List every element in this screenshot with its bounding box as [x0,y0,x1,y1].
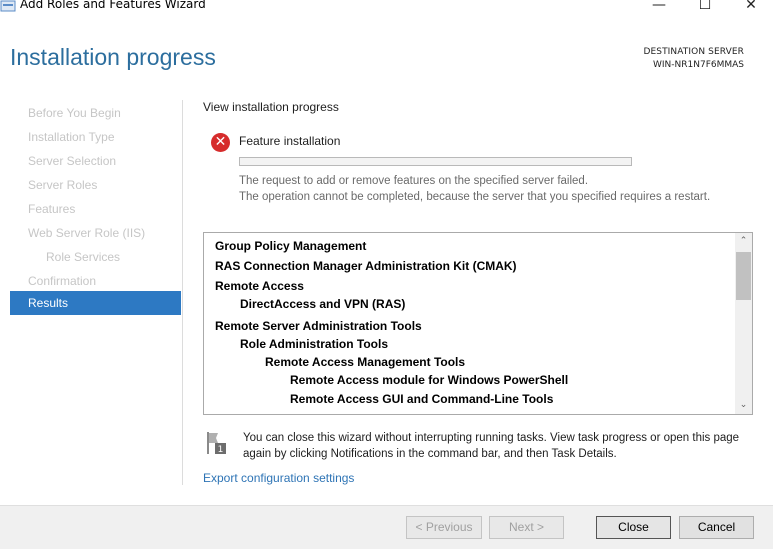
nav-item-installation-type: Installation Type [28,130,115,144]
nav-item-results[interactable]: Results [10,291,181,315]
nav-item-web-server-role: Web Server Role (IIS) [28,226,146,240]
list-item: Remote Access GUI and Command-Line Tools [290,392,554,406]
close-window-button[interactable]: ✕ [738,0,764,13]
list-item: RAS Connection Manager Administration Ki… [215,259,517,273]
error-message-line-2: The operation cannot be completed, becau… [239,191,711,203]
scroll-down-icon[interactable]: ⌄ [735,397,752,414]
cancel-button[interactable]: Cancel [679,516,754,539]
nav-divider [182,100,183,485]
notification-flag-icon: 1 [207,432,226,455]
error-message-line-1: The request to add or remove features on… [239,175,589,187]
window-title: Add Roles and Features Wizard [20,0,206,11]
scroll-thumb[interactable] [736,252,751,300]
nav-item-role-services: Role Services [46,250,121,264]
list-item: Remote Access [215,279,304,293]
results-scrollbar[interactable]: ⌃ ⌄ [735,233,752,414]
nav-item-before-you-begin: Before You Begin [28,106,121,120]
list-item: Remote Access module for Windows PowerSh… [290,373,569,387]
scroll-up-icon[interactable]: ⌃ [735,233,752,250]
flag-badge-count: 1 [218,445,224,455]
list-item: Role Administration Tools [240,337,389,351]
destination-server-name: WIN-NR1N7F6MMAS [652,60,744,70]
status-title: Feature installation [239,134,341,148]
page-title: Installation progress [10,44,216,70]
error-icon: ✕ [211,133,230,152]
minimize-button[interactable]: — [646,0,672,13]
list-item: Remote Access Management Tools [265,355,466,369]
nav-item-server-roles: Server Roles [28,178,98,192]
results-list[interactable]: Group Policy Management RAS Connection M… [203,232,753,415]
nav-item-features: Features [28,202,76,216]
list-item: Remote Server Administration Tools [215,319,422,333]
next-button[interactable]: Next > [489,516,564,539]
nav-item-results-label: Results [28,296,69,310]
list-item: DirectAccess and VPN (RAS) [240,297,406,311]
maximize-button[interactable]: ☐ [692,0,718,13]
nav-item-server-selection: Server Selection [28,154,117,168]
server-manager-icon [0,0,16,12]
progress-bar [239,157,632,166]
previous-button[interactable]: < Previous [406,516,482,539]
destination-server-label: DESTINATION SERVER [643,47,744,57]
close-button[interactable]: Close [596,516,671,539]
close-wizard-notice: You can close this wizard without interr… [243,432,740,460]
nav-item-confirmation: Confirmation [28,274,97,288]
export-configuration-link[interactable]: Export configuration settings [203,471,354,485]
list-item: Group Policy Management [215,239,367,253]
section-label: View installation progress [203,100,339,114]
